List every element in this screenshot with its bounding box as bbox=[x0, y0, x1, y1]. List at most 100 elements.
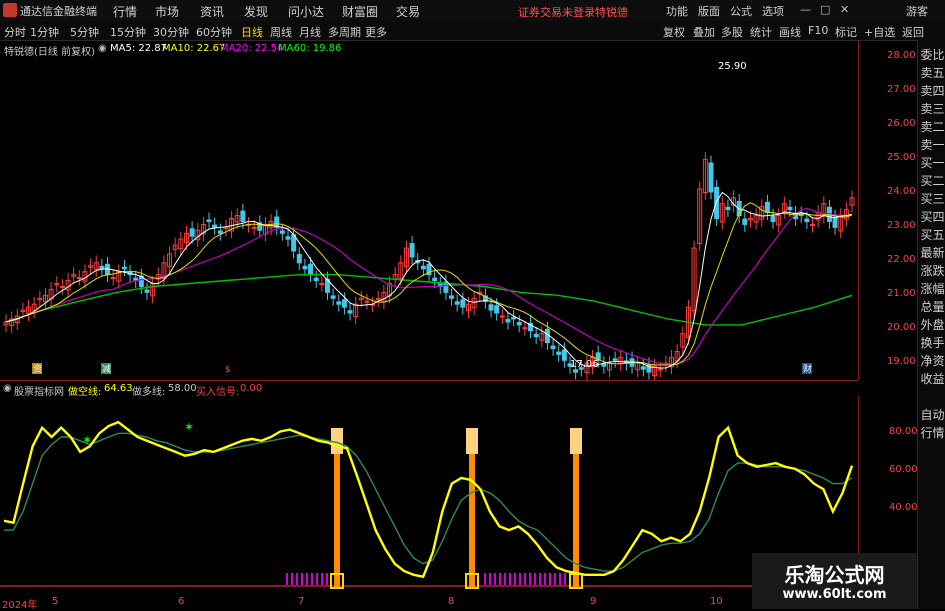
candle-body[interactable] bbox=[499, 315, 505, 318]
buy-signal-tower[interactable] bbox=[334, 438, 340, 588]
candle-body[interactable] bbox=[725, 206, 731, 211]
price-chart[interactable]: 25.90 17.06 资 减 $ 财 bbox=[0, 56, 858, 381]
menu-news[interactable]: 资讯 bbox=[200, 3, 224, 20]
side-tab-19[interactable]: 自动 bbox=[919, 406, 945, 423]
candle-body[interactable] bbox=[488, 304, 494, 311]
menu-exchange[interactable]: 市场 bbox=[155, 3, 179, 20]
candle-body[interactable] bbox=[640, 366, 646, 370]
menu-ask[interactable]: 问小达 bbox=[288, 3, 324, 20]
period-tick[interactable]: 分时 bbox=[4, 24, 26, 40]
menu-discover[interactable]: 发现 bbox=[244, 3, 268, 20]
candle-body[interactable] bbox=[516, 322, 522, 326]
menu-formula[interactable]: 公式 bbox=[730, 3, 752, 19]
period-15min[interactable]: 15分钟 bbox=[110, 24, 146, 40]
side-tab-9[interactable]: 买四 bbox=[919, 208, 945, 225]
candle-body[interactable] bbox=[494, 305, 500, 314]
candle-body[interactable] bbox=[285, 236, 291, 240]
tool-draw[interactable]: 画线 bbox=[779, 24, 801, 40]
candle-body[interactable] bbox=[76, 277, 82, 280]
candle-body[interactable] bbox=[449, 295, 455, 299]
period-1min[interactable]: 1分钟 bbox=[30, 24, 59, 40]
settings-icon[interactable]: ◉ bbox=[98, 43, 107, 54]
side-tab-10[interactable]: 买五 bbox=[919, 226, 945, 243]
side-tab-2[interactable]: 卖四 bbox=[919, 82, 945, 99]
candle-body[interactable] bbox=[832, 216, 838, 228]
menu-trade[interactable]: 交易 bbox=[396, 3, 420, 20]
side-tab-13[interactable]: 涨幅 bbox=[919, 280, 945, 297]
candle-body[interactable] bbox=[296, 254, 302, 264]
candle-body[interactable] bbox=[460, 299, 466, 308]
login-alert[interactable]: 证券交易未登录 bbox=[518, 4, 595, 20]
candle-body[interactable] bbox=[505, 319, 511, 323]
candle-body[interactable] bbox=[454, 301, 460, 305]
side-tab-16[interactable]: 换手 bbox=[919, 334, 945, 351]
minimize-icon[interactable]: — bbox=[800, 3, 811, 16]
candle-body[interactable] bbox=[742, 218, 748, 225]
tool-mark[interactable]: 标记 bbox=[835, 24, 857, 40]
candle-body[interactable] bbox=[561, 349, 567, 361]
candle-body[interactable] bbox=[657, 368, 663, 371]
side-tab-0[interactable]: 委比 bbox=[919, 46, 945, 63]
candle-body[interactable] bbox=[764, 201, 770, 214]
buy-signal-tower[interactable] bbox=[469, 438, 475, 588]
restore-icon[interactable]: □ bbox=[820, 3, 830, 16]
side-tab-15[interactable]: 外盘 bbox=[919, 316, 945, 333]
candle-body[interactable] bbox=[708, 162, 714, 193]
menu-market[interactable]: 行情 bbox=[113, 3, 137, 20]
candle-body[interactable] bbox=[251, 226, 257, 229]
candle-body[interactable] bbox=[144, 289, 150, 293]
menu-options[interactable]: 选项 bbox=[762, 3, 784, 19]
buy-signal-tower[interactable] bbox=[573, 438, 579, 588]
candle-body[interactable] bbox=[804, 218, 810, 222]
period-60min[interactable]: 60分钟 bbox=[196, 24, 232, 40]
candle-body[interactable] bbox=[206, 219, 212, 222]
tool-stats[interactable]: 统计 bbox=[750, 24, 772, 40]
side-tab-4[interactable]: 卖二 bbox=[919, 118, 945, 135]
candle-body[interactable] bbox=[347, 310, 353, 314]
tool-f10[interactable]: F10 bbox=[808, 24, 828, 37]
candle-body[interactable] bbox=[550, 345, 556, 349]
candle-body[interactable] bbox=[714, 186, 720, 220]
close-icon[interactable]: ✕ bbox=[840, 3, 849, 16]
indicator-settings-icon[interactable]: ◉ bbox=[3, 383, 12, 394]
candle-body[interactable] bbox=[556, 351, 562, 355]
period-daily[interactable]: 日线 bbox=[241, 24, 263, 40]
candle-body[interactable] bbox=[308, 263, 314, 276]
side-tab-20[interactable]: 行情 bbox=[919, 424, 945, 441]
candle-body[interactable] bbox=[110, 277, 116, 280]
candle-body[interactable] bbox=[99, 265, 105, 270]
candle-body[interactable] bbox=[336, 301, 342, 305]
period-weekly[interactable]: 周线 bbox=[270, 24, 292, 40]
candle-body[interactable] bbox=[189, 228, 195, 237]
candle-body[interactable] bbox=[612, 358, 618, 361]
tool-overlay[interactable]: 叠加 bbox=[693, 24, 715, 40]
candle-body[interactable] bbox=[787, 206, 793, 211]
candle-body[interactable] bbox=[573, 369, 579, 373]
candle-body[interactable] bbox=[432, 277, 438, 282]
period-multi[interactable]: 多周期 bbox=[328, 24, 361, 40]
candle-body[interactable] bbox=[212, 224, 218, 228]
side-tab-1[interactable]: 卖五 bbox=[919, 64, 945, 81]
tool-add-watchlist[interactable]: +自选 bbox=[864, 24, 895, 40]
candle-body[interactable] bbox=[319, 283, 325, 285]
period-30min[interactable]: 30分钟 bbox=[153, 24, 189, 40]
candle-body[interactable] bbox=[601, 363, 607, 367]
side-tab-17[interactable]: 净资 bbox=[919, 352, 945, 369]
side-tab-7[interactable]: 买二 bbox=[919, 172, 945, 189]
side-tab-8[interactable]: 买三 bbox=[919, 190, 945, 207]
period-more[interactable]: 更多 bbox=[365, 24, 387, 40]
candle-body[interactable] bbox=[240, 210, 246, 222]
candle-body[interactable] bbox=[217, 230, 223, 234]
candle-body[interactable] bbox=[364, 300, 370, 303]
tool-adjust[interactable]: 复权 bbox=[663, 24, 685, 40]
side-tab-5[interactable]: 卖一 bbox=[919, 136, 945, 153]
tool-multi-stock[interactable]: 多股 bbox=[721, 24, 743, 40]
menu-function[interactable]: 功能 bbox=[666, 3, 688, 19]
candle-body[interactable] bbox=[341, 299, 347, 308]
candle-body[interactable] bbox=[121, 266, 127, 270]
guest-label[interactable]: 游客 bbox=[906, 3, 928, 19]
candle-body[interactable] bbox=[302, 265, 308, 270]
period-5min[interactable]: 5分钟 bbox=[70, 24, 99, 40]
side-tab-12[interactable]: 涨跌 bbox=[919, 262, 945, 279]
menu-layout[interactable]: 版面 bbox=[698, 3, 720, 19]
